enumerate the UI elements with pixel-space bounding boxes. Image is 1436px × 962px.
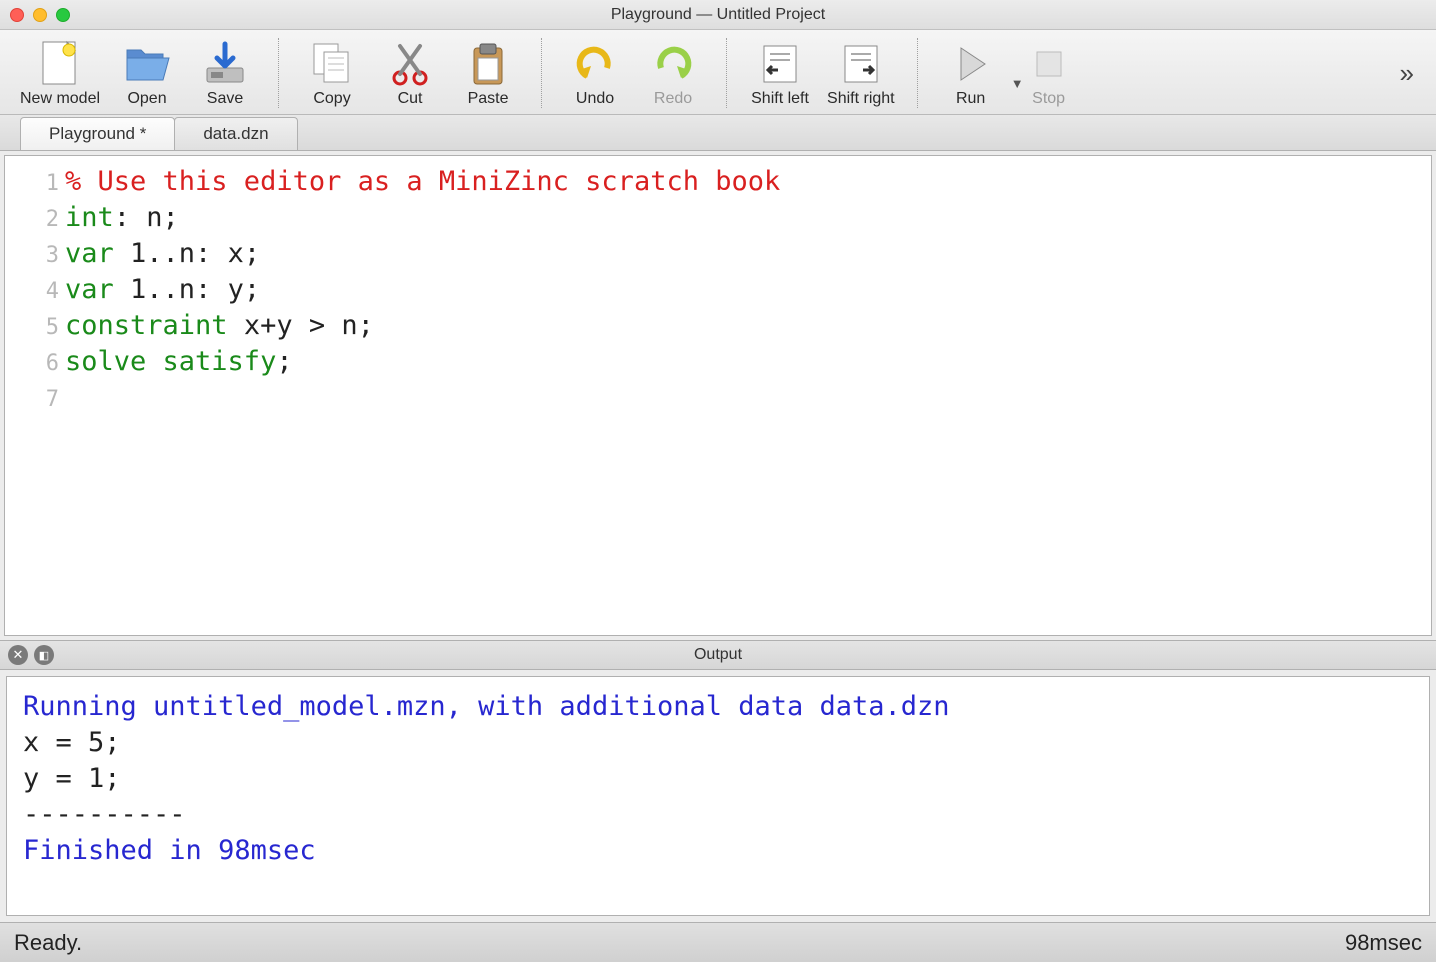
cut-button[interactable]: Cut <box>371 36 449 110</box>
output-line: x = 5; <box>23 725 1413 761</box>
code-line[interactable]: constraint x+y > n; <box>65 308 780 344</box>
redo-button[interactable]: Redo <box>634 36 712 110</box>
shift-left-icon <box>756 40 804 88</box>
output-line: Running untitled_model.mzn, with additio… <box>23 689 1413 725</box>
toolbar-separator <box>917 38 918 108</box>
toolbar-separator <box>726 38 727 108</box>
redo-icon <box>649 40 697 88</box>
play-icon <box>947 40 995 88</box>
output-line: Finished in 98msec <box>23 833 1413 869</box>
status-text: Ready. <box>14 930 82 956</box>
minimize-icon[interactable] <box>33 8 47 22</box>
line-number: 2 <box>5 200 59 236</box>
tab-1[interactable]: data.dzn <box>174 117 297 150</box>
line-number: 6 <box>5 344 59 380</box>
undo-button[interactable]: Undo <box>556 36 634 110</box>
toolbar: New model Open Save Copy Cut <box>0 30 1436 115</box>
shift-right-label: Shift right <box>827 90 895 108</box>
shift-left-label: Shift left <box>751 90 809 108</box>
redo-label: Redo <box>654 90 692 108</box>
shift-left-button[interactable]: Shift left <box>741 36 819 110</box>
tab-0[interactable]: Playground * <box>20 117 175 150</box>
line-number: 3 <box>5 236 59 272</box>
open-label: Open <box>127 90 166 108</box>
new-file-icon <box>36 40 84 88</box>
line-number: 1 <box>5 164 59 200</box>
code-line[interactable]: var 1..n: y; <box>65 272 780 308</box>
output-header: ✕ ◧ Output <box>0 640 1436 670</box>
line-number: 4 <box>5 272 59 308</box>
detach-output-icon[interactable]: ◧ <box>34 645 54 665</box>
line-number: 5 <box>5 308 59 344</box>
chevron-down-icon[interactable]: ▼ <box>1011 76 1024 91</box>
toolbar-separator <box>541 38 542 108</box>
output-title: Output <box>0 646 1436 664</box>
save-label: Save <box>207 90 243 108</box>
status-bar: Ready. 98msec <box>0 922 1436 962</box>
save-button[interactable]: Save <box>186 36 264 110</box>
status-time: 98msec <box>1345 930 1422 956</box>
output-panel[interactable]: Running untitled_model.mzn, with additio… <box>6 676 1430 916</box>
folder-open-icon <box>123 40 171 88</box>
maximize-icon[interactable] <box>56 8 70 22</box>
copy-button[interactable]: Copy <box>293 36 371 110</box>
code-line[interactable]: % Use this editor as a MiniZinc scratch … <box>65 164 780 200</box>
line-number: 7 <box>5 380 59 416</box>
stop-icon <box>1025 40 1073 88</box>
run-button[interactable]: Run ▼ <box>932 36 1010 110</box>
window-controls <box>10 8 70 22</box>
paste-label: Paste <box>468 90 509 108</box>
undo-label: Undo <box>576 90 614 108</box>
overflow-icon[interactable]: » <box>1390 58 1424 89</box>
window-title: Playground — Untitled Project <box>0 6 1436 24</box>
new-model-button[interactable]: New model <box>12 36 108 110</box>
copy-icon <box>308 40 356 88</box>
cut-icon <box>386 40 434 88</box>
code-line[interactable]: int: n; <box>65 200 780 236</box>
line-gutter: 1234567 <box>5 156 65 635</box>
new-model-label: New model <box>20 90 100 108</box>
cut-label: Cut <box>398 90 423 108</box>
output-line: ---------- <box>23 797 1413 833</box>
shift-right-button[interactable]: Shift right <box>819 36 903 110</box>
code-area[interactable]: % Use this editor as a MiniZinc scratch … <box>65 156 780 635</box>
code-line[interactable] <box>65 380 780 416</box>
output-line: y = 1; <box>23 761 1413 797</box>
code-editor[interactable]: 1234567 % Use this editor as a MiniZinc … <box>4 155 1432 636</box>
titlebar: Playground — Untitled Project <box>0 0 1436 30</box>
copy-label: Copy <box>313 90 350 108</box>
toolbar-separator <box>278 38 279 108</box>
code-line[interactable]: solve satisfy; <box>65 344 780 380</box>
run-label: Run <box>956 90 985 108</box>
close-output-icon[interactable]: ✕ <box>8 645 28 665</box>
save-icon <box>201 40 249 88</box>
shift-right-icon <box>837 40 885 88</box>
code-line[interactable]: var 1..n: x; <box>65 236 780 272</box>
close-icon[interactable] <box>10 8 24 22</box>
open-button[interactable]: Open <box>108 36 186 110</box>
stop-button[interactable]: Stop <box>1010 36 1088 110</box>
paste-button[interactable]: Paste <box>449 36 527 110</box>
stop-label: Stop <box>1032 90 1065 108</box>
paste-icon <box>464 40 512 88</box>
tab-bar: Playground *data.dzn <box>0 115 1436 151</box>
undo-icon <box>571 40 619 88</box>
